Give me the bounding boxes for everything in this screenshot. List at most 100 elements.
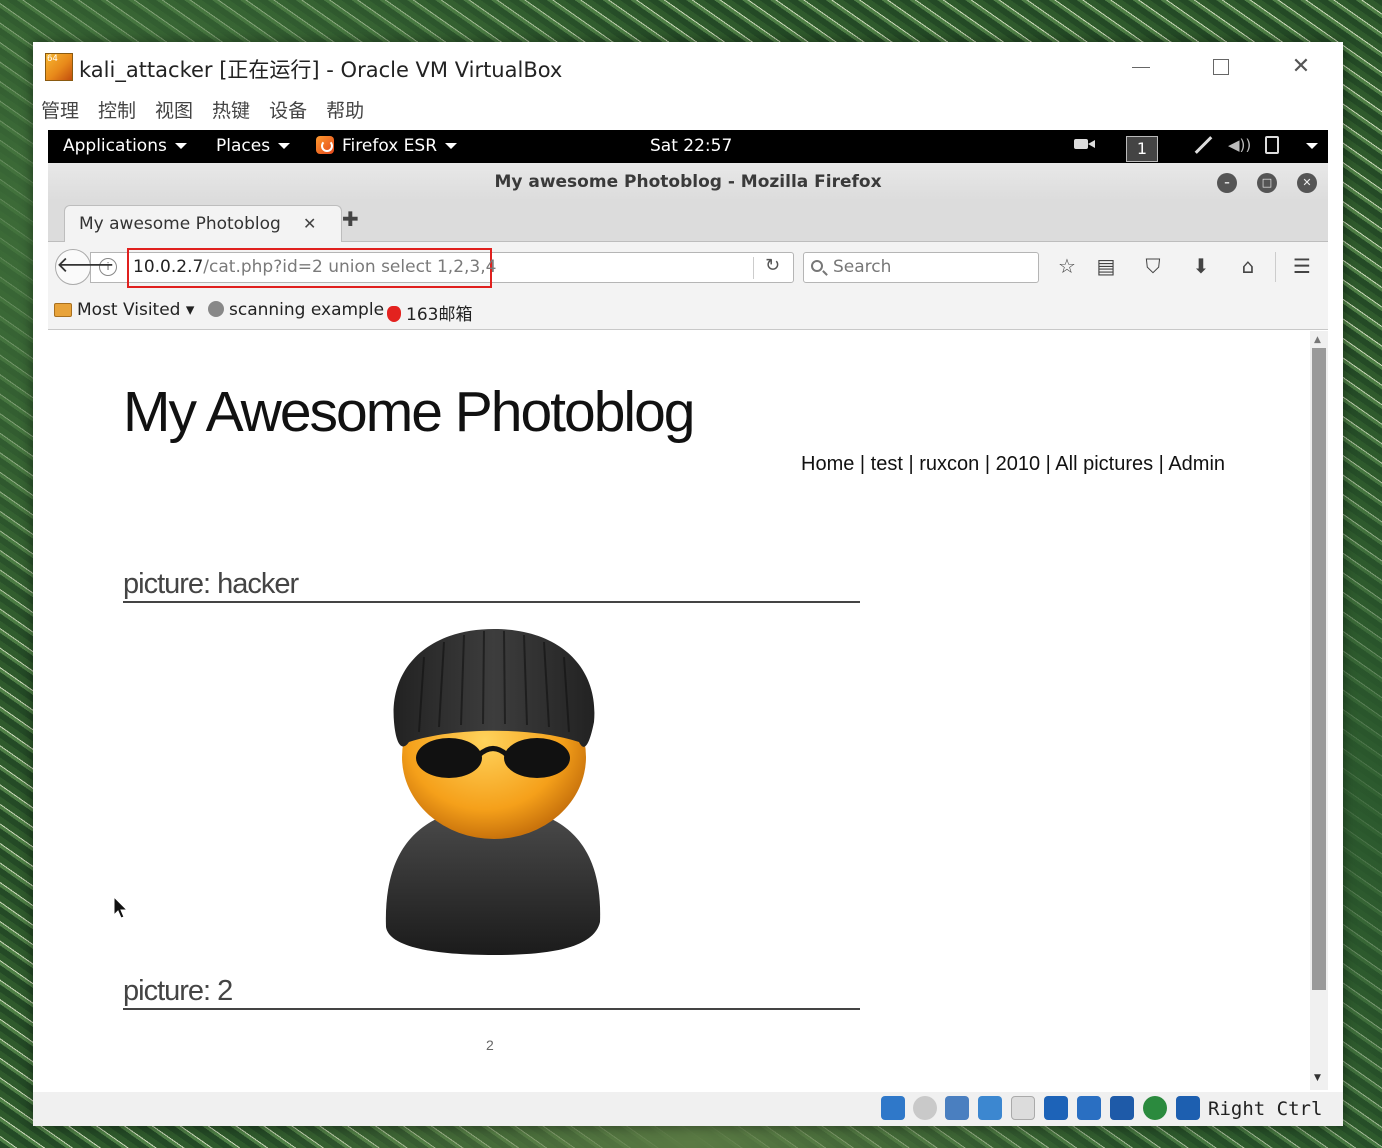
menu-view[interactable]: 视图 <box>155 96 193 126</box>
bookmark-star-icon[interactable]: ☆ <box>1054 254 1080 278</box>
url-separator <box>753 257 754 279</box>
scroll-thumb[interactable] <box>1312 348 1326 990</box>
site-title: My Awesome Photoblog <box>123 380 695 444</box>
nav-ruxcon-link[interactable]: ruxcon <box>919 453 979 475</box>
picture-caption: 2 <box>486 1037 494 1053</box>
virtualization-icon[interactable] <box>1143 1096 1167 1120</box>
globe-icon <box>208 301 224 317</box>
firefox-titlebar: My awesome Photoblog - Mozilla Firefox –… <box>48 163 1328 201</box>
firefox-maximize-button[interactable]: □ <box>1257 173 1277 193</box>
bookmark-most-visited[interactable]: Most Visited ▾ <box>54 300 194 320</box>
reload-icon[interactable]: ↻ <box>765 255 780 276</box>
picture-heading-2: picture: 2 <box>123 974 860 1010</box>
back-button[interactable]: 🡐 <box>55 249 115 285</box>
firefox-window-title: My awesome Photoblog - Mozilla Firefox <box>494 172 882 192</box>
url-text[interactable]: 10.0.2.7/cat.php?id=2 union select 1,2,3… <box>133 257 496 277</box>
pocket-icon[interactable]: ⛉ <box>1140 254 1166 278</box>
most-visited-label: Most Visited <box>77 300 181 320</box>
vbox-logo-badge: 64 <box>47 54 58 64</box>
minimize-button[interactable] <box>1121 50 1161 84</box>
vbox-statusbar: Right Ctrl <box>33 1092 1343 1126</box>
applications-menu[interactable]: Applications <box>63 136 187 156</box>
reading-list-icon[interactable]: ▤ <box>1093 254 1119 278</box>
picture-heading-hacker: picture: hacker <box>123 567 860 603</box>
battery-icon[interactable] <box>1265 136 1279 154</box>
virtualbox-window: 64 kali_attacker [正在运行] - Oracle VM Virt… <box>33 42 1343 1126</box>
nav-test-link[interactable]: test <box>871 453 903 475</box>
network-adapter-icon[interactable] <box>978 1096 1002 1120</box>
caret-down-icon <box>278 143 291 149</box>
hard-disk-icon[interactable] <box>881 1096 905 1120</box>
firefox-navbar: i 10.0.2.7/cat.php?id=2 union select 1,2… <box>48 242 1328 292</box>
site-nav: Home | test | ruxcon | 2010 | All pictur… <box>801 453 1226 475</box>
menu-help[interactable]: 帮助 <box>326 96 364 126</box>
vbox-menubar: 管理 控制 视图 热键 设备 帮助 <box>41 96 364 126</box>
nav-all-pictures-link[interactable]: All pictures <box>1055 453 1153 475</box>
shared-folders-icon[interactable] <box>1044 1096 1068 1120</box>
menu-control[interactable]: 控制 <box>98 96 136 126</box>
download-icon[interactable]: ⬇ <box>1188 254 1214 278</box>
firefox-minimize-button[interactable]: – <box>1217 173 1237 193</box>
places-menu[interactable]: Places <box>216 136 291 156</box>
firefox-app-menu[interactable]: Firefox ESR <box>316 136 458 156</box>
video-capture-icon[interactable] <box>1110 1096 1134 1120</box>
optical-drive-icon[interactable] <box>913 1096 937 1120</box>
mail163-label: 163邮箱 <box>406 305 473 325</box>
workspace-indicator[interactable]: 1 <box>1126 136 1158 162</box>
network-icon[interactable] <box>1193 136 1213 154</box>
firefox-icon <box>316 136 334 154</box>
vbox-window-title: kali_attacker [正在运行] - Oracle VM Virtual… <box>79 58 563 82</box>
firefox-close-button[interactable]: ✕ <box>1297 173 1317 193</box>
display-icon[interactable] <box>1077 1096 1101 1120</box>
search-placeholder: Search <box>833 257 892 277</box>
system-menu-button[interactable] <box>1298 136 1318 156</box>
vm-screen[interactable]: Applications Places Firefox ESR Sat 22:5… <box>48 130 1328 1090</box>
menu-manage[interactable]: 管理 <box>41 96 79 126</box>
nav-2010-link[interactable]: 2010 <box>996 453 1041 475</box>
caret-down-icon <box>445 143 458 149</box>
bookmark-163-mail[interactable]: 163邮箱 <box>387 300 472 325</box>
maximize-button[interactable] <box>1201 50 1241 84</box>
dropdown-arrow-icon: ▾ <box>185 300 195 320</box>
tab-label: My awesome Photoblog <box>79 214 281 234</box>
firefox-tabbar: My awesome Photoblog ✕ ✚ <box>48 201 1328 243</box>
bookmark-scanning-example[interactable]: scanning example <box>208 300 384 320</box>
video-camera-icon[interactable] <box>1074 136 1096 150</box>
tab-close-icon[interactable]: ✕ <box>303 214 316 233</box>
netease-icon <box>387 306 401 322</box>
url-path: /cat.php?id=2 union select 1,2,3,4 <box>203 257 497 277</box>
menu-devices[interactable]: 设备 <box>269 96 307 126</box>
new-tab-button[interactable]: ✚ <box>342 207 359 231</box>
places-label: Places <box>216 136 271 156</box>
search-icon <box>811 260 823 272</box>
audio-icon[interactable] <box>945 1096 969 1120</box>
hacker-picture[interactable] <box>384 627 604 955</box>
tab-photoblog[interactable]: My awesome Photoblog ✕ <box>64 205 342 243</box>
caret-down-icon <box>174 143 187 149</box>
applications-label: Applications <box>63 136 167 156</box>
usb-icon[interactable] <box>1011 1096 1035 1120</box>
home-icon[interactable]: ⌂ <box>1235 254 1261 278</box>
url-bar[interactable]: i 10.0.2.7/cat.php?id=2 union select 1,2… <box>90 248 794 288</box>
mouse-integration-icon[interactable] <box>1176 1096 1200 1120</box>
bookmarks-toolbar: Most Visited ▾ scanning example 163邮箱 <box>48 292 1328 330</box>
page-scrollbar[interactable]: ▲ ▼ <box>1310 331 1328 1090</box>
clock[interactable]: Sat 22:57 <box>650 136 732 156</box>
page-content: My Awesome Photoblog Home | test | ruxco… <box>48 331 1310 1090</box>
host-key-label: Right Ctrl <box>1208 1098 1323 1120</box>
volume-icon[interactable]: ◀)) <box>1228 136 1251 154</box>
nav-admin-link[interactable]: Admin <box>1168 453 1225 475</box>
folder-icon <box>54 303 72 317</box>
scroll-up-arrow-icon[interactable]: ▲ <box>1314 335 1321 345</box>
url-host: 10.0.2.7 <box>133 257 204 277</box>
nav-home-link[interactable]: Home <box>801 453 854 475</box>
search-input[interactable]: Search <box>803 252 1039 283</box>
scroll-down-arrow-icon[interactable]: ▼ <box>1314 1073 1321 1083</box>
toolbar-separator <box>1275 252 1276 282</box>
scanning-example-label: scanning example <box>229 300 385 320</box>
virtualbox-logo-icon: 64 <box>45 53 73 81</box>
menu-hotkeys[interactable]: 热键 <box>212 96 250 126</box>
close-window-button[interactable]: ✕ <box>1281 50 1321 84</box>
hamburger-menu-icon[interactable]: ☰ <box>1289 254 1315 278</box>
vbox-titlebar: 64 kali_attacker [正在运行] - Oracle VM Virt… <box>33 42 1343 92</box>
